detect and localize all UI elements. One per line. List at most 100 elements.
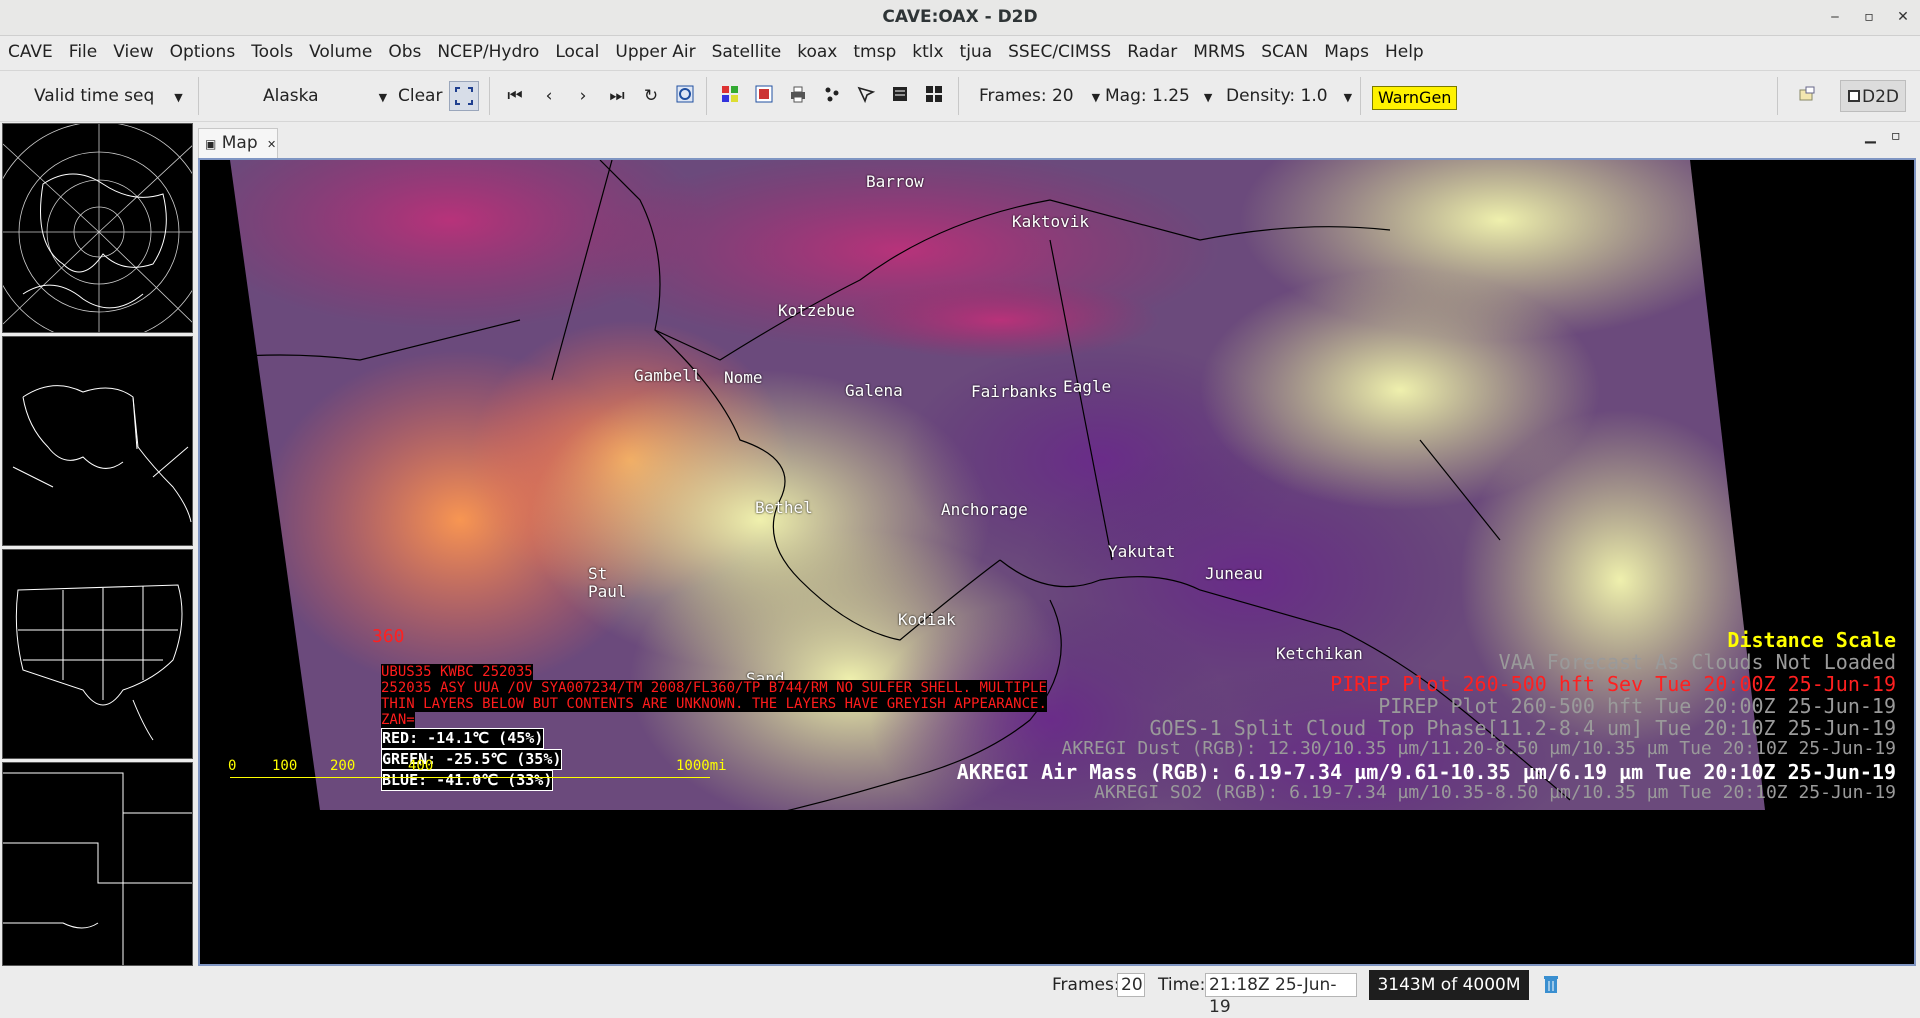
- pirep-header: UBUS35 KWBC 252035: [381, 664, 533, 680]
- previous-frame-icon[interactable]: ‹: [537, 84, 561, 108]
- menu-koax[interactable]: koax: [789, 36, 845, 69]
- memory-usage: 3143M of 4000M: [1369, 970, 1529, 1000]
- menu-upper-air[interactable]: Upper Air: [607, 36, 703, 69]
- trash-icon[interactable]: [1543, 974, 1559, 994]
- flight-level-label: 360: [372, 626, 405, 647]
- city-label-paul: Paul: [588, 582, 627, 601]
- menu-volume[interactable]: Volume: [301, 36, 380, 69]
- last-frame-icon[interactable]: ⏭: [605, 84, 629, 108]
- time-mode-dropdown[interactable]: Valid time seq ▼: [34, 79, 183, 113]
- frames-dropdown[interactable]: Frames: 20 ▼: [979, 79, 1100, 113]
- toolbar-separator: [1777, 77, 1778, 115]
- scale-tick-400: 400: [408, 758, 434, 774]
- status-bar: Frames: 20 Time: 21:18Z 25-Jun-19 3143M …: [0, 968, 1920, 1017]
- image-combine-icon[interactable]: [752, 84, 776, 108]
- sample-icon[interactable]: [820, 84, 844, 108]
- warngen-button[interactable]: WarnGen: [1372, 86, 1458, 110]
- map-display[interactable]: Barrow Kaktovik Kotzebue Gambell Nome Ga…: [198, 158, 1916, 966]
- maximize-button[interactable]: ▫: [1852, 0, 1886, 35]
- editor-tab-strip: ▣ Map ✕ ▁ ▫: [198, 124, 1918, 158]
- maximize-pane-icon[interactable]: ▫: [1891, 128, 1901, 144]
- menu-tools[interactable]: Tools: [243, 36, 301, 69]
- sample-red: RED: -14.1℃ (45%): [381, 728, 545, 749]
- scale-label: Alaska: [263, 86, 319, 106]
- minimize-button[interactable]: ‒: [1818, 0, 1852, 35]
- city-label-st: St: [588, 564, 608, 583]
- panel-layout-1-icon[interactable]: [888, 84, 912, 108]
- thumbnail-regional[interactable]: [2, 762, 193, 966]
- perspective-icon[interactable]: [1795, 84, 1819, 108]
- thumbnail-conus[interactable]: [2, 549, 193, 759]
- scale-dropdown[interactable]: Alaska ▼: [263, 79, 387, 113]
- print-icon[interactable]: [786, 84, 810, 108]
- image-properties-icon[interactable]: [718, 84, 742, 108]
- toolbar-separator: [958, 77, 959, 115]
- menu-maps[interactable]: Maps: [1316, 36, 1377, 69]
- frames-label: Frames: 20: [979, 86, 1074, 106]
- city-label-ketchikan: Ketchikan: [1276, 644, 1363, 663]
- time-mode-label: Valid time seq: [34, 86, 155, 106]
- menu-view[interactable]: View: [105, 36, 161, 69]
- toolbar-separator: [198, 77, 199, 115]
- city-label-juneau: Juneau: [1205, 564, 1263, 583]
- mag-label: Mag: 1.25: [1105, 86, 1190, 106]
- density-label: Density: 1.0: [1226, 86, 1328, 106]
- city-label-nome: Nome: [724, 368, 763, 387]
- window-title: CAVE:OAX - D2D: [882, 7, 1038, 27]
- loop-properties-icon[interactable]: [673, 84, 697, 108]
- city-label-eagle: Eagle: [1063, 377, 1112, 396]
- tab-map[interactable]: ▣ Map ✕: [198, 128, 278, 158]
- legend-cloud-phase: GOES-1 Split Cloud Top Phase[11.2-8.4 um…: [1149, 716, 1896, 740]
- menu-mrms[interactable]: MRMS: [1185, 36, 1253, 69]
- menu-scan[interactable]: SCAN: [1253, 36, 1316, 69]
- menu-obs[interactable]: Obs: [380, 36, 429, 69]
- menu-ktlx[interactable]: ktlx: [904, 36, 951, 69]
- next-frame-icon[interactable]: ›: [571, 84, 595, 108]
- close-button[interactable]: ✕: [1886, 0, 1920, 35]
- city-label-bethel: Bethel: [755, 498, 813, 517]
- status-time-label: Time:: [1158, 975, 1206, 995]
- pirep-line-2: THIN LAYERS BELOW BUT CONTENTS ARE UNKNO…: [381, 696, 1047, 712]
- city-label-kaktovik: Kaktovik: [1012, 212, 1090, 231]
- city-label-kotzebue: Kotzebue: [778, 301, 856, 320]
- panel-layout-4-icon[interactable]: [922, 84, 946, 108]
- loop-icon[interactable]: ↻: [639, 84, 663, 108]
- thumbnail-northern-hemisphere[interactable]: [2, 123, 193, 333]
- menu-tmsp[interactable]: tmsp: [845, 36, 904, 69]
- chevron-down-icon: ▼: [1343, 91, 1353, 104]
- city-label-galena: Galena: [845, 381, 903, 400]
- legend-pirep-sev: PIREP Plot 260-500 hft Sev Tue 20:00Z 25…: [1330, 672, 1896, 696]
- city-label-gambell: Gambell: [634, 366, 702, 385]
- chevron-down-icon: ▼: [174, 91, 183, 104]
- mag-dropdown[interactable]: Mag: 1.25 ▼: [1105, 79, 1212, 113]
- menu-help[interactable]: Help: [1377, 36, 1432, 69]
- cursor-icon[interactable]: [854, 84, 878, 108]
- city-label-kodiak: Kodiak: [898, 610, 956, 629]
- map-tab-icon: ▣: [205, 137, 217, 151]
- menu-file[interactable]: File: [61, 36, 105, 69]
- distance-scale-bar: 0 100 200 400 1000mi: [228, 758, 728, 788]
- menu-radar[interactable]: Radar: [1119, 36, 1185, 69]
- menu-options[interactable]: Options: [162, 36, 244, 69]
- legend-air-mass: AKREGI Air Mass (RGB): 6.19-7.34 µm/9.61…: [956, 760, 1896, 784]
- perspective-d2d-button[interactable]: D2D: [1840, 80, 1906, 112]
- menu-satellite[interactable]: Satellite: [704, 36, 790, 69]
- legend-pirep: PIREP Plot 260-500 hft Tue 20:00Z 25-Jun…: [1378, 694, 1896, 718]
- thumbnail-alaska[interactable]: [2, 336, 193, 546]
- menu-cave[interactable]: CAVE: [0, 36, 61, 69]
- menu-ssec-cimss[interactable]: SSEC/CIMSS: [1000, 36, 1119, 69]
- density-dropdown[interactable]: Density: 1.0 ▼: [1226, 79, 1352, 113]
- menu-ncep-hydro[interactable]: NCEP/Hydro: [429, 36, 547, 69]
- status-frames-label: Frames:: [1052, 975, 1120, 995]
- close-icon[interactable]: ✕: [267, 138, 276, 151]
- menu-tjua[interactable]: tjua: [952, 36, 1001, 69]
- clear-button[interactable]: Clear: [398, 79, 442, 113]
- zoom-extent-icon[interactable]: [449, 81, 479, 111]
- scale-line: [230, 777, 710, 778]
- tab-map-label: Map: [221, 133, 258, 153]
- legend-distance-scale: Distance Scale: [1727, 628, 1896, 652]
- first-frame-icon[interactable]: ⏮: [503, 84, 527, 108]
- menu-local[interactable]: Local: [547, 36, 607, 69]
- minimize-pane-icon[interactable]: ▁: [1865, 128, 1876, 144]
- legend-so2: AKREGI SO2 (RGB): 6.19-7.34 µm/10.35-8.5…: [1094, 782, 1896, 803]
